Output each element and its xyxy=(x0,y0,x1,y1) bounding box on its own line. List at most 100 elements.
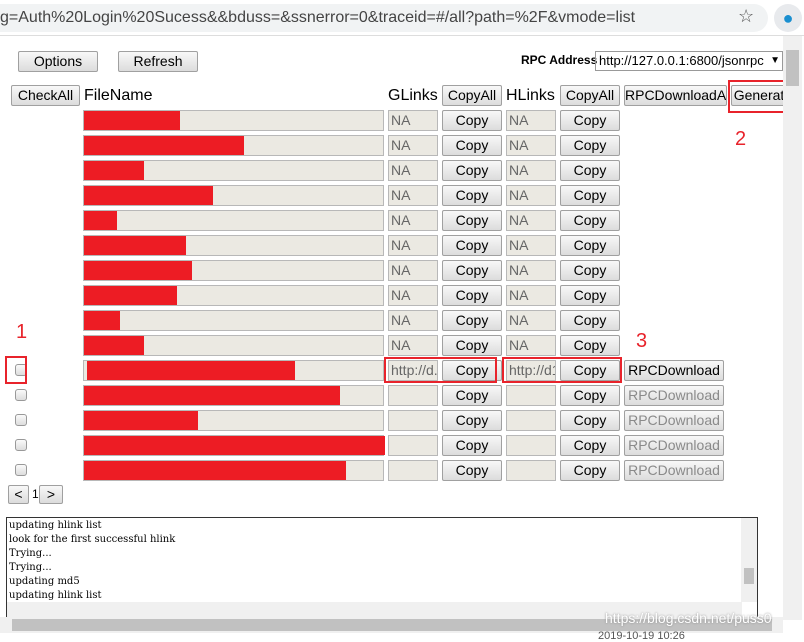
redaction-bar xyxy=(84,461,346,480)
filename-field xyxy=(83,310,384,331)
glink-field[interactable] xyxy=(388,385,438,406)
annotation-label-1: 1 xyxy=(16,321,28,343)
copy-glink-button[interactable]: Copy xyxy=(442,460,502,481)
prev-page-button[interactable]: < xyxy=(8,485,29,504)
glink-field[interactable] xyxy=(388,460,438,481)
copy-hlink-button[interactable]: Copy xyxy=(560,160,620,181)
rpc-download-button[interactable]: RPCDownload xyxy=(624,460,724,481)
copy-glink-button[interactable]: Copy xyxy=(442,435,502,456)
hlink-field[interactable]: NA xyxy=(506,110,556,131)
hlink-field[interactable] xyxy=(506,385,556,406)
filename-field xyxy=(83,285,384,306)
glink-field[interactable]: NA xyxy=(388,135,438,156)
hlink-field[interactable]: NA xyxy=(506,160,556,181)
glink-field[interactable]: NA xyxy=(388,185,438,206)
glink-field[interactable]: NA xyxy=(388,335,438,356)
redaction-bar xyxy=(84,236,186,255)
glink-field[interactable] xyxy=(388,435,438,456)
copy-hlink-button[interactable]: Copy xyxy=(560,460,620,481)
copy-glink-button[interactable]: Copy xyxy=(442,135,502,156)
redaction-bar xyxy=(84,286,177,305)
copy-hlink-button[interactable]: Copy xyxy=(560,410,620,431)
filename-field xyxy=(83,110,384,131)
copy-glink-button[interactable]: Copy xyxy=(442,235,502,256)
check-all-button[interactable]: CheckAll xyxy=(11,85,80,106)
copy-hlink-button[interactable]: Copy xyxy=(560,285,620,306)
copy-glink-button[interactable]: Copy xyxy=(442,410,502,431)
copy-hlink-button[interactable]: Copy xyxy=(560,235,620,256)
hlink-field[interactable]: NA xyxy=(506,210,556,231)
rpc-download-button[interactable]: RPCDownload xyxy=(624,435,724,456)
copy-hlink-button[interactable]: Copy xyxy=(560,135,620,156)
glink-field[interactable]: NA xyxy=(388,235,438,256)
page-vertical-scrollbar[interactable] xyxy=(783,36,802,620)
copy-glink-button[interactable]: Copy xyxy=(442,335,502,356)
row-checkbox[interactable] xyxy=(15,389,27,401)
hlink-field[interactable]: NA xyxy=(506,260,556,281)
copy-glink-button[interactable]: Copy xyxy=(442,110,502,131)
log-line: Trying... xyxy=(9,562,52,573)
hlinks-header: HLinks xyxy=(506,87,555,104)
rpc-address-select[interactable]: http://127.0.0.1:6800/jsonrpc ▼ xyxy=(595,51,783,71)
log-line: Trying... xyxy=(9,548,52,559)
row-checkbox[interactable] xyxy=(15,414,27,426)
copy-hlink-button[interactable]: Copy xyxy=(560,310,620,331)
hlink-field[interactable]: NA xyxy=(506,135,556,156)
copy-glink-button[interactable]: Copy xyxy=(442,385,502,406)
redaction-bar xyxy=(84,186,213,205)
rpc-download-button[interactable]: RPCDownload xyxy=(624,360,724,381)
rpc-download-button[interactable]: RPCDownload xyxy=(624,410,724,431)
star-icon[interactable]: ☆ xyxy=(738,6,754,27)
log-line: updating md5 xyxy=(9,576,80,587)
redaction-bar xyxy=(87,361,295,380)
refresh-button[interactable]: Refresh xyxy=(118,51,198,72)
log-textarea[interactable]: updating hlink list look for the first su… xyxy=(6,517,758,618)
hlink-field[interactable]: NA xyxy=(506,235,556,256)
hlink-field[interactable] xyxy=(506,460,556,481)
address-bar[interactable]: g=Auth%20Login%20Sucess&&bduss=&ssnerror… xyxy=(0,4,768,32)
copy-glink-button[interactable]: Copy xyxy=(442,260,502,281)
glink-field[interactable]: NA xyxy=(388,110,438,131)
glink-field[interactable]: NA xyxy=(388,310,438,331)
glink-field[interactable]: NA xyxy=(388,285,438,306)
redaction-bar xyxy=(84,386,340,405)
hlink-field[interactable] xyxy=(506,435,556,456)
copy-hlink-button[interactable]: Copy xyxy=(560,210,620,231)
copy-glink-button[interactable]: Copy xyxy=(442,310,502,331)
lightbulb-icon[interactable]: ● xyxy=(774,4,802,32)
glink-field[interactable]: NA xyxy=(388,260,438,281)
hlink-field[interactable]: NA xyxy=(506,335,556,356)
copy-glink-button[interactable]: Copy xyxy=(442,210,502,231)
copy-glink-button[interactable]: Copy xyxy=(442,185,502,206)
filename-field xyxy=(83,135,384,156)
copy-all-hlinks-button[interactable]: CopyAll xyxy=(560,85,620,106)
hlink-field[interactable] xyxy=(506,410,556,431)
rpc-download-button[interactable]: RPCDownload xyxy=(624,385,724,406)
copy-hlink-button[interactable]: Copy xyxy=(560,260,620,281)
copy-glink-button[interactable]: Copy xyxy=(442,160,502,181)
rpc-download-all-button[interactable]: RPCDownloadA xyxy=(624,85,727,106)
hlink-field[interactable]: NA xyxy=(506,285,556,306)
glink-field[interactable] xyxy=(388,410,438,431)
row-checkbox[interactable] xyxy=(15,464,27,476)
glink-field[interactable]: NA xyxy=(388,160,438,181)
filename-header: FileName xyxy=(84,87,153,104)
options-button[interactable]: Options xyxy=(18,51,98,72)
log-vertical-scrollbar[interactable] xyxy=(741,518,757,602)
filename-field xyxy=(83,185,384,206)
glink-field[interactable]: NA xyxy=(388,210,438,231)
copy-glink-button[interactable]: Copy xyxy=(442,285,502,306)
copy-hlink-button[interactable]: Copy xyxy=(560,385,620,406)
hlink-field[interactable]: NA xyxy=(506,310,556,331)
dropdown-arrow-icon: ▼ xyxy=(770,55,780,66)
hlink-field[interactable]: NA xyxy=(506,185,556,206)
next-page-button[interactable]: > xyxy=(39,485,63,504)
filename-field xyxy=(83,435,385,456)
copy-all-glinks-button[interactable]: CopyAll xyxy=(442,85,502,106)
row-checkbox[interactable] xyxy=(15,439,27,451)
copy-hlink-button[interactable]: Copy xyxy=(560,185,620,206)
filename-field xyxy=(83,260,384,281)
copy-hlink-button[interactable]: Copy xyxy=(560,110,620,131)
copy-hlink-button[interactable]: Copy xyxy=(560,435,620,456)
copy-hlink-button[interactable]: Copy xyxy=(560,335,620,356)
